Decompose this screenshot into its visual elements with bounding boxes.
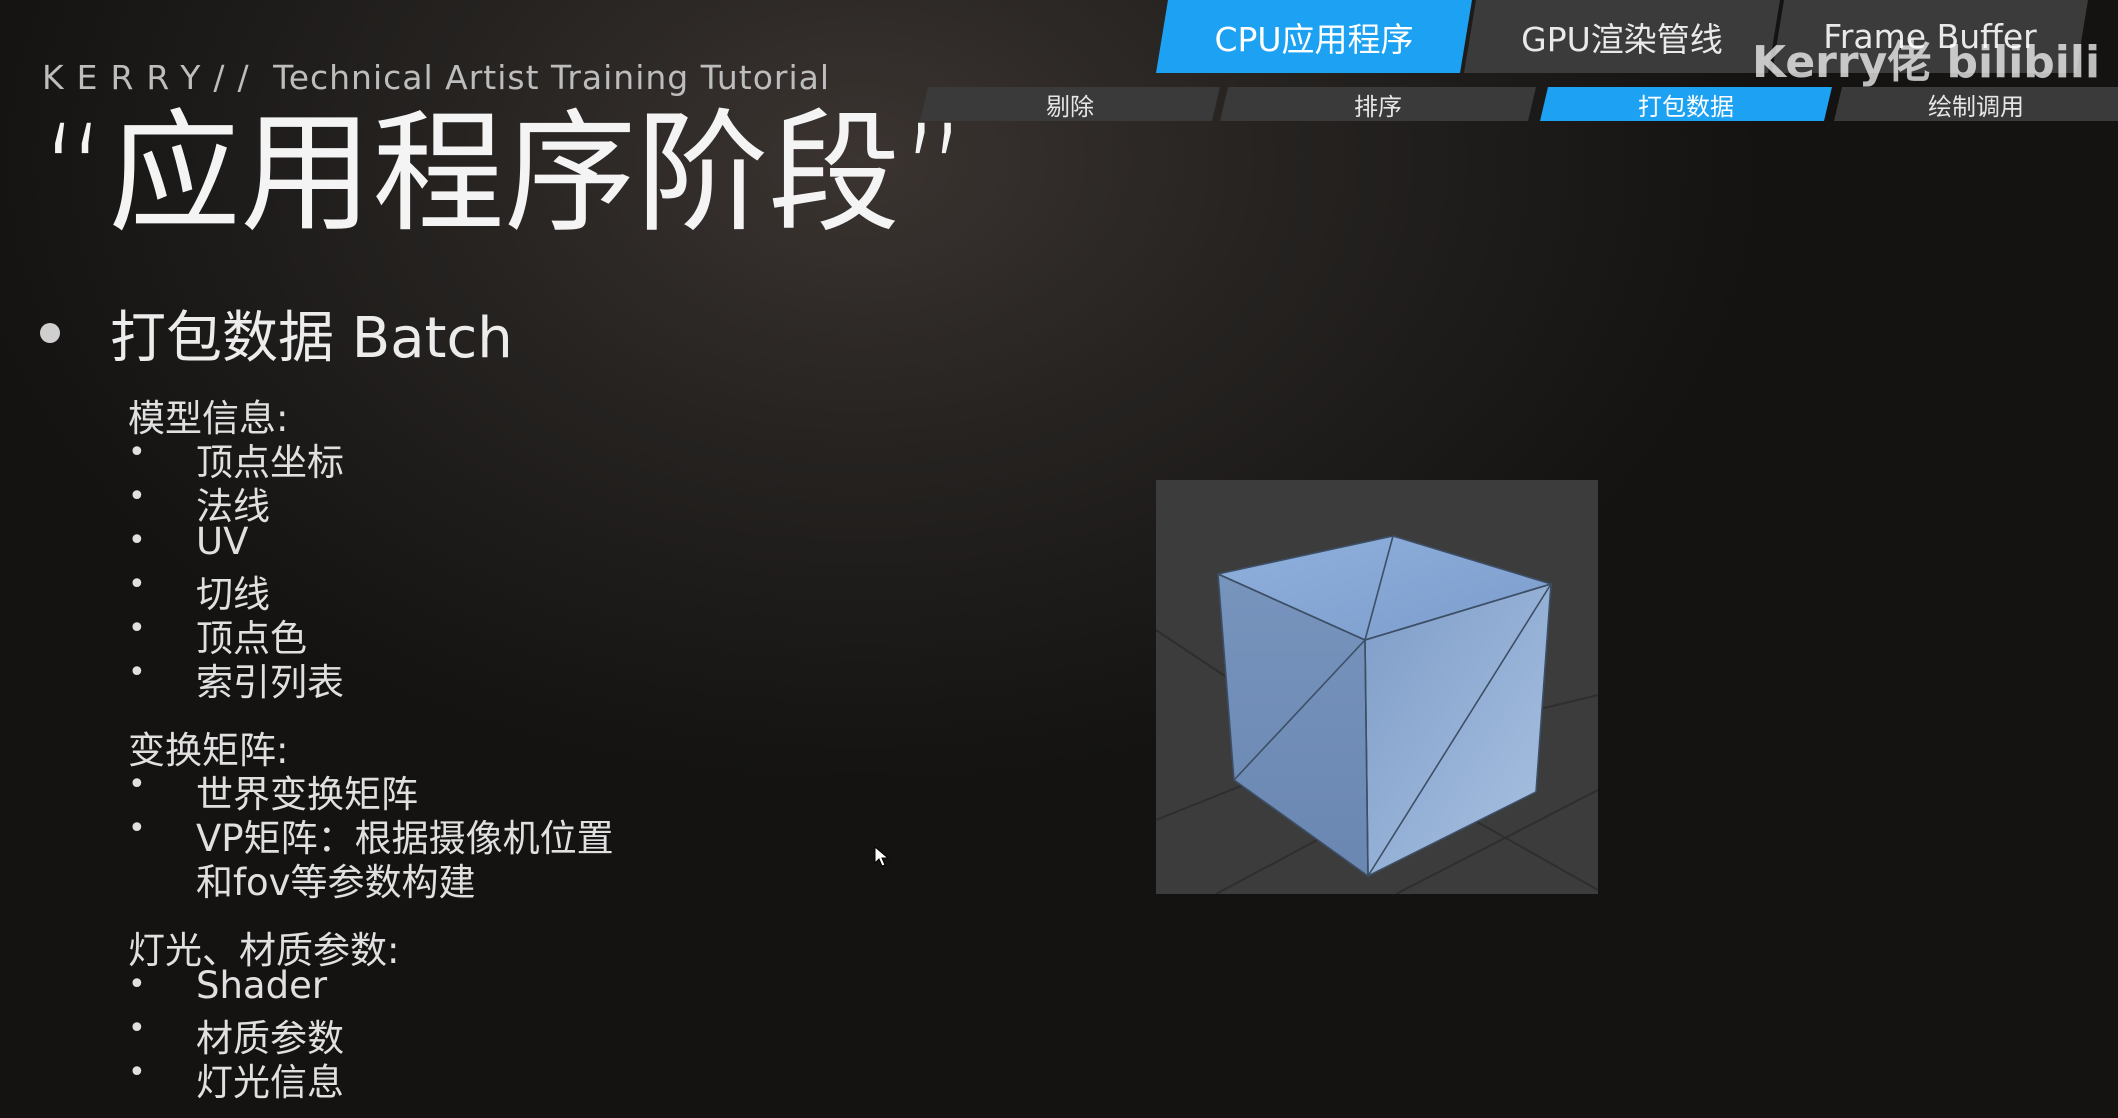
brand-name: KERRY//	[42, 58, 262, 97]
subtab-label: 排序	[1354, 92, 1402, 121]
list-item-text: 索引列表	[196, 661, 344, 704]
subtab-sorting[interactable]: 排序	[1220, 87, 1536, 121]
cube-preview-image	[1155, 480, 1599, 895]
subtab-draw-call[interactable]: 绘制调用	[1834, 87, 2118, 121]
page-title: “应用程序阶段”	[40, 97, 969, 251]
list-item: • 索引列表	[128, 652, 344, 706]
list-item-text: UV	[196, 520, 249, 563]
watermark-logo: Kerry佬 bilibili	[1752, 37, 2101, 88]
list-item-text: 灯光信息	[196, 1061, 344, 1104]
bullet-dot-icon: •	[128, 967, 146, 1002]
subtab-batch-data[interactable]: 打包数据	[1540, 87, 1832, 121]
main-bullet-text: 打包数据 Batch	[110, 305, 513, 371]
list-item-text: Shader	[196, 964, 328, 1007]
list-item-continuation: 和fov等参数构建	[196, 861, 476, 904]
main-bullet: 打包数据 Batch	[40, 298, 513, 371]
brand-header: KERRY// Technical Artist Training Tutori…	[42, 58, 830, 97]
bullet-dot-icon: •	[128, 1055, 146, 1090]
tab-gpu-pipeline[interactable]: GPU渲染管线	[1464, 0, 1780, 73]
subtab-label: 剔除	[1046, 92, 1094, 121]
list-item: • UV	[128, 520, 248, 563]
subtab-label: 打包数据	[1638, 92, 1734, 121]
subtab-label: 绘制调用	[1928, 92, 2024, 121]
list-item: • 灯光信息	[128, 1052, 344, 1106]
tab-label: CPU应用程序	[1214, 19, 1414, 59]
cube-wireframe-icon	[1155, 535, 1599, 895]
brand-subtitle: Technical Artist Training Tutorial	[273, 58, 831, 97]
bullet-dot-icon: •	[128, 655, 146, 690]
bullet-dot-icon	[40, 323, 60, 343]
subtab-culling[interactable]: 剔除	[920, 87, 1220, 121]
list-item: • Shader	[128, 964, 327, 1007]
bullet-dot-icon: •	[128, 523, 146, 558]
tab-cpu-application[interactable]: CPU应用程序	[1156, 0, 1472, 73]
bullet-dot-icon: •	[128, 811, 146, 846]
tab-label: GPU渲染管线	[1521, 19, 1723, 59]
mouse-cursor-icon	[874, 845, 890, 872]
